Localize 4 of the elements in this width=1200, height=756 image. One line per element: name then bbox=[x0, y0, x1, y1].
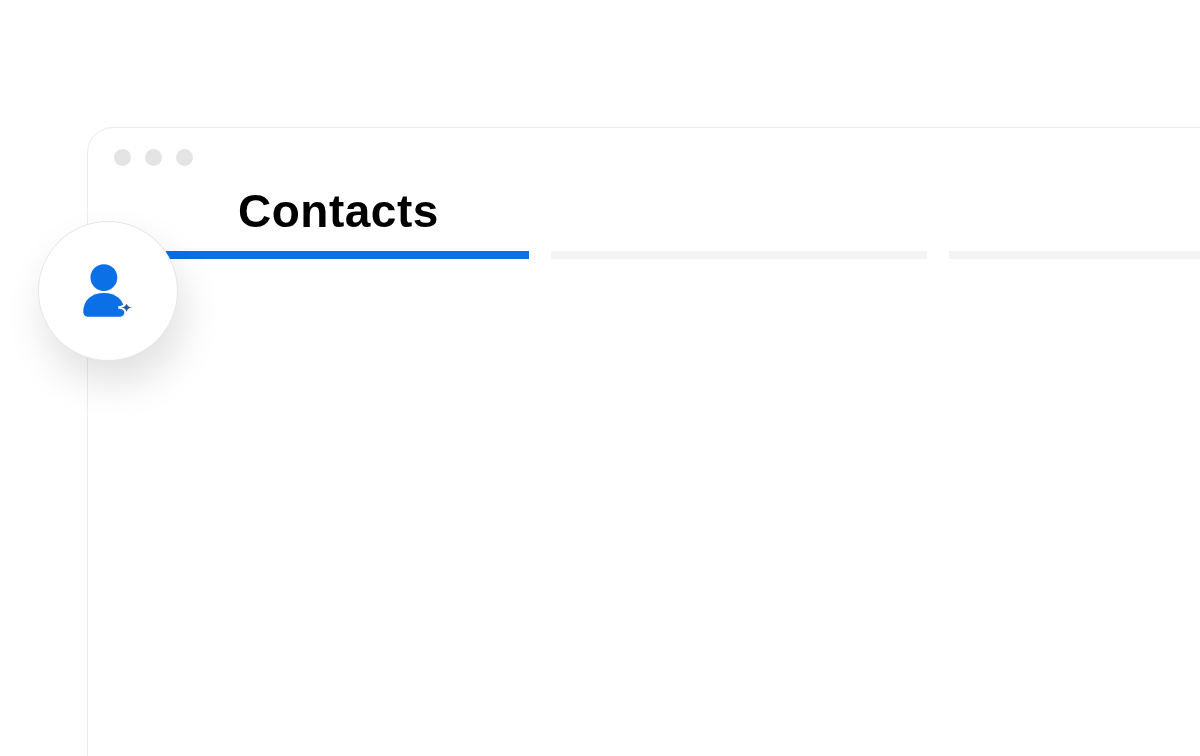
window-title: Contacts bbox=[238, 186, 440, 236]
window-control-dot[interactable] bbox=[114, 149, 131, 166]
window-control-dot[interactable] bbox=[145, 149, 162, 166]
window-control-dot[interactable] bbox=[176, 149, 193, 166]
